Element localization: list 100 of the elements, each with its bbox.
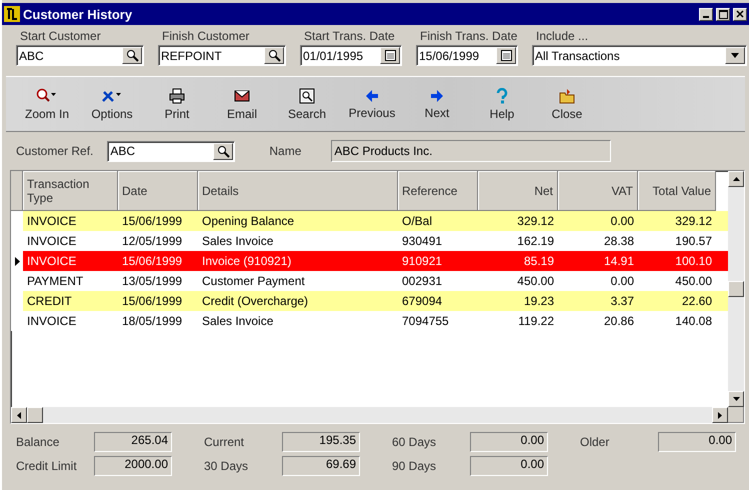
column-header[interactable]: Transaction Type bbox=[23, 171, 118, 211]
up-arrow-icon bbox=[732, 177, 740, 181]
table-cell-text: Opening Balance bbox=[201, 214, 296, 228]
table-cell-text: 12/05/1999 bbox=[121, 234, 184, 248]
table-cell-text: 28.38 bbox=[602, 234, 635, 248]
table-cell-text: 20.86 bbox=[602, 314, 635, 328]
column-header[interactable]: Total Value bbox=[638, 171, 716, 211]
horizontal-scrollbar[interactable] bbox=[11, 407, 728, 423]
toolbar-button[interactable]: Close bbox=[538, 82, 596, 126]
printer-icon bbox=[169, 88, 185, 104]
field-label: Name bbox=[268, 144, 302, 158]
table-cell-text: CREDIT bbox=[26, 294, 73, 308]
lookup-button[interactable] bbox=[264, 47, 284, 64]
scroll-right-button[interactable] bbox=[712, 407, 728, 423]
table-cell-text: 14.91 bbox=[602, 254, 635, 268]
table-cell-text: 15/06/1999 bbox=[121, 254, 184, 268]
scroll-left-button[interactable] bbox=[11, 407, 27, 423]
table-cell-text: 15/06/1999 bbox=[121, 294, 184, 308]
table-cell-text: INVOICE bbox=[26, 234, 78, 248]
maximize-icon bbox=[718, 10, 728, 18]
scroll-thumb[interactable] bbox=[728, 281, 744, 297]
table-row[interactable]: CREDIT 15/06/1999 Credit (Overcharge) 679094 19.23 3.37 22.60 bbox=[11, 291, 728, 311]
table-row[interactable]: INVOICE 15/06/1999 Invoice (910921) 910921 85.19 14.91 100.10 bbox=[11, 251, 728, 271]
help-icon bbox=[496, 88, 508, 104]
total-value: 69.69 bbox=[282, 456, 360, 476]
field-label: Start Customer bbox=[19, 29, 102, 43]
table-cell-text: Invoice (910921) bbox=[201, 254, 292, 268]
calendar-icon bbox=[384, 50, 396, 61]
total-value: 0.00 bbox=[470, 456, 548, 476]
column-header[interactable]: Details bbox=[198, 171, 398, 211]
caret-icon bbox=[731, 53, 739, 58]
close-button[interactable] bbox=[733, 8, 747, 20]
close-icon bbox=[736, 10, 744, 18]
input-field[interactable]: 01/01/1995 bbox=[300, 45, 402, 66]
table-cell-text: Customer Payment bbox=[201, 274, 306, 288]
table-cell-text: 100.10 bbox=[674, 254, 713, 268]
table-cell-text: 18/05/1999 bbox=[121, 314, 184, 328]
lookup-button[interactable] bbox=[122, 47, 142, 64]
zoom-icon bbox=[36, 88, 58, 104]
total-label: 30 Days bbox=[204, 459, 250, 473]
toolbar-button[interactable]: Next bbox=[408, 82, 466, 126]
table-cell-text: Sales Invoice bbox=[201, 234, 274, 248]
table-cell-text: 450.00 bbox=[516, 274, 555, 288]
toolbar-button[interactable]: Help bbox=[473, 82, 531, 126]
table-cell-text: 002931 bbox=[401, 274, 444, 288]
table-cell-text: Sales Invoice bbox=[201, 314, 274, 328]
input-field[interactable]: ABC bbox=[107, 140, 236, 162]
lookup-button[interactable] bbox=[213, 142, 234, 160]
column-header[interactable]: Net bbox=[478, 171, 558, 211]
calendar-button[interactable] bbox=[380, 47, 400, 64]
right-arrow-icon bbox=[718, 412, 722, 418]
table-cell-text: 7094755 bbox=[401, 314, 450, 328]
table-cell-text: 119.22 bbox=[517, 314, 555, 328]
name-field: ABC Products Inc. bbox=[331, 140, 612, 162]
scroll-down-button[interactable] bbox=[728, 391, 744, 407]
column-header[interactable]: Date bbox=[118, 171, 198, 211]
total-label: Current bbox=[204, 435, 246, 449]
table-cell-text: PAYMENT bbox=[26, 274, 84, 288]
search-icon bbox=[299, 88, 315, 104]
toolbar-button[interactable]: Options bbox=[83, 82, 141, 126]
table-cell-text: 679094 bbox=[401, 294, 444, 308]
dropdown-button[interactable] bbox=[725, 47, 745, 64]
table-cell-text: 450.00 bbox=[674, 274, 713, 288]
maximize-button[interactable] bbox=[716, 8, 730, 20]
column-header[interactable]: VAT bbox=[558, 171, 638, 211]
table-cell-text: 190.57 bbox=[674, 234, 713, 248]
toolbar-button[interactable]: Previous bbox=[343, 82, 401, 126]
field-label: Finish Trans. Date bbox=[419, 29, 518, 43]
table-cell-text: INVOICE bbox=[26, 314, 78, 328]
table-cell-text: 0.00 bbox=[610, 274, 635, 288]
window-title: Customer History bbox=[23, 6, 134, 22]
right-arrow-icon bbox=[430, 88, 444, 102]
column-header[interactable]: Reference bbox=[398, 171, 478, 211]
field-label: Start Trans. Date bbox=[303, 29, 396, 43]
scroll-up-button[interactable] bbox=[728, 171, 744, 187]
search-icon bbox=[126, 49, 138, 62]
input-field[interactable]: 15/06/1999 bbox=[416, 45, 518, 66]
dropdown[interactable]: All Transactions bbox=[532, 45, 747, 66]
table-cell-text: 162.19 bbox=[516, 234, 555, 248]
table-row[interactable]: INVOICE 15/06/1999 Opening Balance O/Bal 329.12 0.00 329.12 bbox=[11, 211, 728, 231]
toolbar-button[interactable]: Print bbox=[148, 82, 206, 126]
total-label: 60 Days bbox=[392, 435, 438, 449]
table-cell-text: 22.60 bbox=[680, 294, 713, 308]
table-cell-text: 13/05/1999 bbox=[121, 274, 184, 288]
field-label: Customer Ref. bbox=[15, 144, 94, 158]
toolbar-button[interactable]: Zoom In bbox=[18, 82, 76, 126]
table-cell-text: 329.12 bbox=[674, 214, 713, 228]
toolbar-button[interactable]: Email bbox=[213, 82, 271, 126]
input-field[interactable]: ABC bbox=[16, 45, 144, 66]
vertical-scrollbar[interactable] bbox=[728, 171, 744, 407]
minimize-button[interactable] bbox=[699, 8, 713, 20]
table-cell-text: INVOICE bbox=[26, 214, 78, 228]
table-cell-text: 930491 bbox=[401, 234, 444, 248]
calendar-icon bbox=[500, 50, 512, 61]
calendar-button[interactable] bbox=[496, 47, 516, 64]
scroll-thumb[interactable] bbox=[27, 407, 43, 423]
input-field[interactable]: REFPOINT bbox=[158, 45, 286, 66]
table-cell-text: 0.00 bbox=[610, 214, 635, 228]
toolbar-button[interactable]: Search bbox=[278, 82, 336, 126]
table-cell-text: 329.12 bbox=[516, 214, 555, 228]
